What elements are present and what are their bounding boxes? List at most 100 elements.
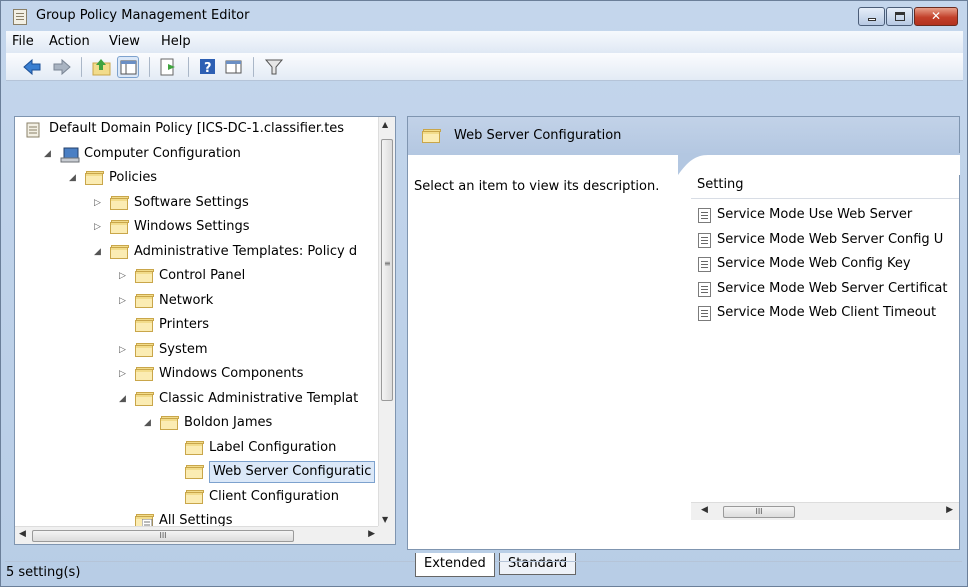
setting-row[interactable]: Service Mode Use Web Server [695, 203, 959, 227]
tree-vertical-scrollbar[interactable]: ▲ ≡ ▼ [378, 117, 395, 527]
console-tree[interactable]: Default Domain Policy [ICS-DC-1.classifi… [14, 116, 396, 545]
export-list-icon [160, 58, 175, 76]
policy-setting-icon [698, 306, 711, 321]
toolbar: ? [6, 53, 963, 81]
tree-node-label: Web Server Configuratic [209, 461, 376, 483]
details-pane: Web Server Configuration Select an item … [407, 116, 960, 550]
action-pane-icon [225, 60, 242, 74]
filter-icon [264, 59, 284, 75]
setting-label: Service Mode Web Client Timeout [717, 305, 937, 320]
policy-setting-icon [698, 208, 711, 223]
header-curve [678, 153, 960, 175]
menu-help[interactable]: Help [161, 34, 191, 49]
folder-icon [135, 391, 154, 406]
back-arrow-icon [23, 58, 41, 76]
collapsed-twisty-icon[interactable]: ▷ [94, 215, 101, 239]
menu-file[interactable]: File [12, 34, 34, 49]
scroll-up-arrow-icon[interactable]: ▲ [382, 120, 388, 129]
computer-icon [60, 147, 80, 162]
tree-vertical-thumb[interactable]: ≡ [381, 139, 393, 401]
expanded-twisty-icon[interactable]: ◢ [119, 387, 126, 411]
scroll-corner [378, 526, 395, 544]
tree-horizontal-thumb[interactable]: III [32, 530, 294, 542]
setting-row[interactable]: Service Mode Web Client Timeout [695, 301, 959, 325]
toolbar-separator [188, 57, 189, 77]
expanded-twisty-icon[interactable]: ◢ [44, 142, 51, 166]
tree-node-label: Control Panel [159, 268, 246, 283]
setting-column-header[interactable]: Setting [691, 173, 959, 199]
titlebar[interactable]: Group Policy Management Editor ✕ [1, 1, 967, 31]
tree-node-label: Computer Configuration [84, 145, 241, 161]
back-button[interactable] [21, 56, 43, 78]
collapsed-twisty-icon[interactable]: ▷ [94, 191, 101, 215]
folder-icon [185, 489, 204, 504]
forward-button[interactable] [51, 56, 73, 78]
gpo-editor-icon [13, 9, 27, 25]
folder-icon [135, 318, 154, 332]
setting-label: Service Mode Use Web Server [717, 207, 913, 222]
tree-node-label: Policies [109, 170, 158, 185]
folder-icon [185, 440, 204, 455]
minimize-icon [868, 18, 876, 21]
folder-icon [110, 244, 129, 259]
folder-icon [135, 269, 154, 283]
folder-icon [85, 171, 104, 185]
expanded-twisty-icon[interactable]: ◢ [94, 240, 101, 264]
svg-text:?: ? [204, 61, 212, 76]
scroll-left-arrow-icon[interactable]: ◀ [19, 529, 26, 539]
setting-row[interactable]: Service Mode Web Server Certificat [695, 277, 959, 301]
help-icon: ? [200, 59, 215, 76]
status-text: 5 setting(s) [6, 565, 81, 580]
scroll-right-arrow-icon[interactable]: ▶ [946, 505, 953, 515]
details-title: Web Server Configuration [454, 128, 622, 143]
scroll-left-arrow-icon[interactable]: ◀ [701, 505, 708, 515]
forward-arrow-icon [53, 58, 71, 76]
settings-horizontal-scrollbar[interactable]: ◀ III ▶ [691, 502, 959, 520]
scroll-right-arrow-icon[interactable]: ▶ [368, 529, 375, 539]
help-button[interactable]: ? [197, 56, 219, 78]
filter-button[interactable] [263, 56, 285, 78]
tree-node-label: Classic Administrative Templat [159, 390, 359, 406]
tree-node-label: Network [159, 292, 214, 308]
setting-row[interactable]: Service Mode Web Server Config U [695, 228, 959, 252]
policy-setting-icon [698, 232, 711, 248]
close-icon: ✕ [930, 9, 942, 23]
tree-node-label: Default Domain Policy [ICS-DC-1.classifi… [49, 121, 345, 136]
tree-node-label: Label Configuration [209, 439, 337, 455]
menu-bar: File Action View Help [6, 31, 963, 53]
folder-icon [110, 195, 129, 210]
caption-buttons: ✕ [857, 7, 958, 26]
folder-up-icon [92, 59, 111, 76]
settings-horizontal-thumb[interactable]: III [723, 506, 795, 518]
menu-view[interactable]: View [109, 34, 140, 49]
show-hide-console-tree-button[interactable] [117, 56, 139, 78]
policy-document-icon [25, 122, 43, 138]
collapsed-twisty-icon[interactable]: ▷ [119, 362, 126, 386]
export-list-button[interactable] [158, 56, 180, 78]
minimize-button[interactable] [858, 7, 885, 26]
tree-horizontal-scrollbar[interactable]: ◀ III ▶ [15, 526, 379, 544]
tree-node-label: System [159, 341, 208, 357]
policy-setting-icon [698, 281, 711, 297]
tab-extended[interactable]: Extended [415, 553, 495, 577]
up-level-button[interactable] [91, 56, 113, 78]
toolbar-separator [253, 57, 254, 77]
collapsed-twisty-icon[interactable]: ▷ [119, 289, 126, 313]
menu-action[interactable]: Action [49, 34, 90, 49]
expanded-twisty-icon[interactable]: ◢ [69, 166, 76, 190]
folder-icon [160, 416, 179, 430]
collapsed-twisty-icon[interactable]: ▷ [119, 264, 126, 288]
maximize-icon [895, 12, 905, 21]
expanded-twisty-icon[interactable]: ◢ [144, 411, 151, 435]
tree-node-label: Boldon James [184, 415, 273, 430]
maximize-button[interactable] [886, 7, 913, 26]
scroll-down-arrow-icon[interactable]: ▼ [382, 515, 388, 524]
grip-icon: ≡ [384, 259, 391, 268]
show-hide-action-pane-button[interactable] [223, 56, 245, 78]
description-text: Select an item to view its description. [414, 179, 660, 194]
toolbar-separator [81, 57, 82, 77]
collapsed-twisty-icon[interactable]: ▷ [119, 338, 126, 362]
setting-row[interactable]: Service Mode Web Config Key [695, 252, 959, 276]
close-button[interactable]: ✕ [914, 7, 958, 26]
policy-setting-icon [698, 257, 711, 272]
